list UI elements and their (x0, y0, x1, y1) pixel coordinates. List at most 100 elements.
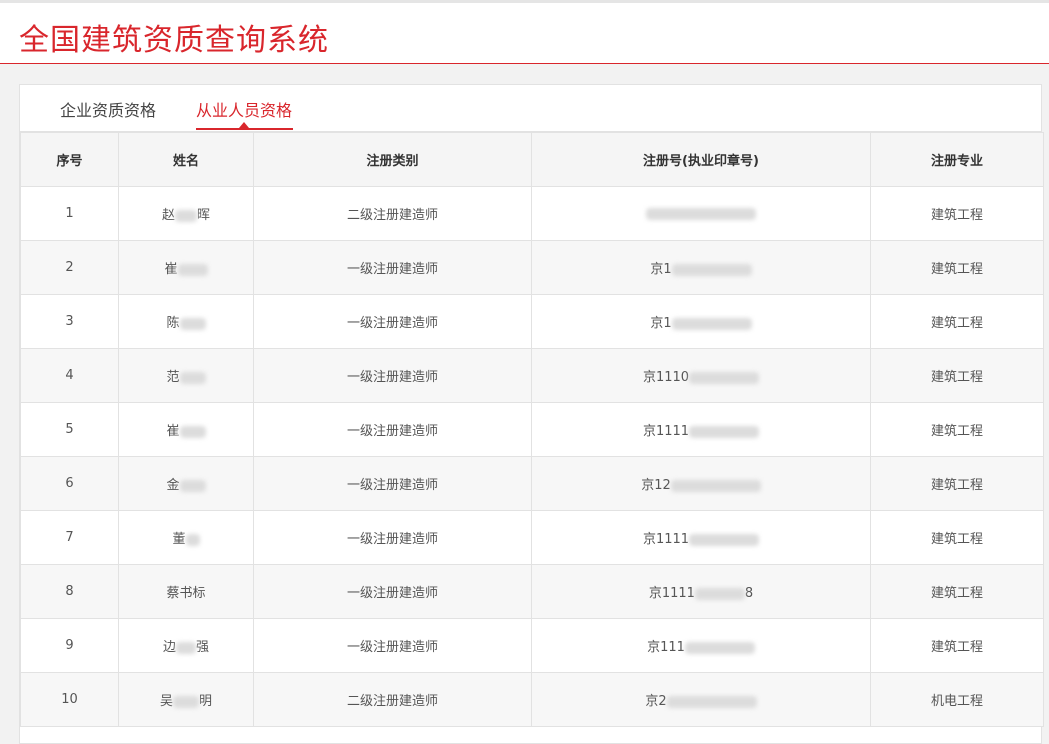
redacted-mask (671, 317, 752, 330)
reg-text: 京1111 (642, 424, 690, 439)
cell-name[interactable]: 崔 (118, 402, 254, 457)
reg-text: 京1 (650, 316, 672, 331)
cell-category: 一级注册建造师 (253, 294, 532, 349)
redacted-mask (646, 207, 756, 220)
name-text: 边 (162, 640, 176, 655)
name-tail-text: 明 (199, 694, 213, 709)
cell-major: 建筑工程 (870, 618, 1044, 673)
reg-text: 京1111 (648, 586, 695, 601)
reg-tail-text: 8 (744, 586, 754, 601)
cell-major: 建筑工程 (870, 186, 1044, 241)
cell-no: 10 (20, 672, 119, 727)
cell-reg-number: 京1111 (531, 402, 871, 457)
redacted-mask (684, 641, 755, 654)
table-row[interactable]: 3 陈 一级注册建造师 京1 建筑工程 (20, 294, 1044, 349)
table-row[interactable]: 1 赵晖二级注册建造师 建筑工程 (20, 186, 1044, 241)
cell-category: 一级注册建造师 (253, 564, 532, 619)
cell-reg-number: 京1 (531, 294, 871, 349)
name-text: 金 (166, 478, 180, 493)
cell-name[interactable]: 蔡书标 (118, 564, 254, 619)
name-text: 赵 (161, 208, 175, 223)
cell-major: 建筑工程 (870, 294, 1044, 349)
cell-major: 建筑工程 (870, 348, 1044, 403)
table-row[interactable]: 5 崔 一级注册建造师 京1111 建筑工程 (20, 402, 1044, 457)
page-header: 全国建筑资质查询系统 (0, 0, 1049, 64)
name-text: 范 (166, 370, 180, 385)
cell-name[interactable]: 崔 (118, 240, 254, 295)
cell-name[interactable]: 陈 (118, 294, 254, 349)
cell-name[interactable]: 董 (118, 510, 254, 565)
redacted-mask (689, 425, 760, 438)
cell-no: 2 (20, 240, 119, 295)
cell-no: 9 (20, 618, 119, 673)
cell-name[interactable]: 赵晖 (118, 186, 254, 241)
cell-name[interactable]: 边强 (118, 618, 254, 673)
cell-no: 4 (20, 348, 119, 403)
redacted-mask (670, 479, 761, 492)
name-text: 崔 (166, 424, 180, 439)
cell-reg-number: 京12 (531, 456, 871, 511)
redacted-mask (179, 479, 206, 492)
redacted-mask (179, 371, 206, 384)
table-row[interactable]: 8 蔡书标 一级注册建造师 京1111 8 建筑工程 (20, 564, 1044, 619)
cell-reg-number: 京1110 (531, 348, 871, 403)
col-header-name: 姓名 (118, 132, 254, 187)
redacted-mask (689, 533, 760, 546)
table-row[interactable]: 9 边强一级注册建造师 京111 建筑工程 (20, 618, 1044, 673)
reg-text: 京111 (647, 640, 685, 655)
cell-category: 二级注册建造师 (253, 186, 532, 241)
name-tail-text: 强 (196, 640, 210, 655)
cell-category: 一级注册建造师 (253, 456, 532, 511)
tab-enterprise-qualification[interactable]: 企业资质资格 (60, 97, 156, 121)
table-row[interactable]: 2 崔 一级注册建造师 京1 建筑工程 (20, 240, 1044, 295)
cell-reg-number: 京1 (531, 240, 871, 295)
cell-category: 一级注册建造师 (253, 402, 532, 457)
redacted-mask (185, 533, 200, 546)
reg-text: 京12 (641, 478, 671, 493)
personnel-table: 序号 姓名 注册类别 注册号(执业印章号) 注册专业 1 赵晖二级注册建造师 建筑工… (20, 132, 1044, 727)
cell-major: 建筑工程 (870, 240, 1044, 295)
cell-reg-number (531, 186, 871, 241)
col-header-no: 序号 (20, 132, 119, 187)
cell-no: 8 (20, 564, 119, 619)
page-title: 全国建筑资质查询系统 (19, 23, 329, 58)
cell-no: 3 (20, 294, 119, 349)
reg-text: 京1 (650, 262, 672, 277)
redacted-mask (671, 263, 752, 276)
name-text: 吴 (159, 694, 173, 709)
cell-no: 1 (20, 186, 119, 241)
redacted-mask (173, 695, 199, 708)
cell-name[interactable]: 吴明 (118, 672, 254, 727)
cell-category: 一级注册建造师 (253, 510, 532, 565)
redacted-mask (175, 209, 197, 222)
reg-text: 京2 (645, 694, 667, 709)
table-row[interactable]: 4 范 一级注册建造师 京1110 建筑工程 (20, 348, 1044, 403)
reg-text: 京1111 (642, 532, 690, 547)
cell-no: 6 (20, 456, 119, 511)
cell-category: 一级注册建造师 (253, 240, 532, 295)
redacted-mask (694, 587, 745, 600)
name-text: 陈 (166, 316, 180, 331)
table-header-row: 序号 姓名 注册类别 注册号(执业印章号) 注册专业 (20, 132, 1044, 187)
cell-reg-number: 京2 (531, 672, 871, 727)
cell-major: 建筑工程 (870, 510, 1044, 565)
reg-text: 京1110 (642, 370, 690, 385)
cell-category: 一级注册建造师 (253, 618, 532, 673)
table-row[interactable]: 10 吴明二级注册建造师 京2 机电工程 (20, 672, 1044, 727)
redacted-mask (176, 641, 196, 654)
cell-name[interactable]: 金 (118, 456, 254, 511)
name-text: 崔 (164, 262, 178, 277)
active-tab-underline (196, 128, 293, 130)
cell-major: 建筑工程 (870, 564, 1044, 619)
table-row[interactable]: 7 董 一级注册建造师 京1111 建筑工程 (20, 510, 1044, 565)
name-text: 蔡书标 (166, 586, 206, 601)
content-panel: 企业资质资格 从业人员资格 序号 姓名 注册类别 注册号(执业印章号) 注册专业… (19, 84, 1044, 744)
cell-major: 机电工程 (870, 672, 1044, 727)
cell-major: 建筑工程 (870, 402, 1044, 457)
col-header-reg-number: 注册号(执业印章号) (531, 132, 871, 187)
table-row[interactable]: 6 金 一级注册建造师 京12 建筑工程 (20, 456, 1044, 511)
redacted-mask (689, 371, 760, 384)
cell-name[interactable]: 范 (118, 348, 254, 403)
tab-personnel-qualification[interactable]: 从业人员资格 (196, 97, 292, 121)
cell-major: 建筑工程 (870, 456, 1044, 511)
